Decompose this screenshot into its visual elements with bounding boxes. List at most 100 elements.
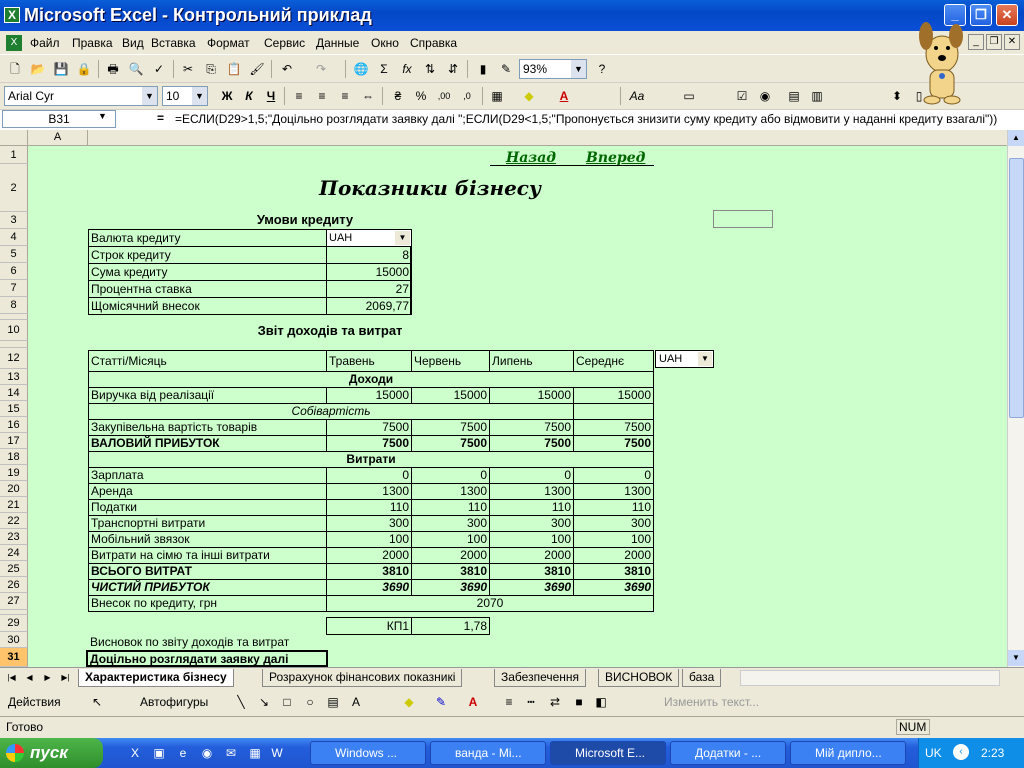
redo-icon[interactable]: ↷ (312, 60, 330, 78)
font-color-draw-icon[interactable]: A (464, 693, 482, 711)
row-header[interactable]: 17 (0, 433, 28, 449)
tray-arrow-icon[interactable]: ‹ (953, 744, 969, 760)
row-header[interactable]: 24 (0, 545, 28, 561)
copy-icon[interactable]: ⎘ (202, 60, 220, 78)
row-header[interactable]: 13 (0, 369, 28, 385)
menu-insert[interactable]: Вставка (151, 36, 196, 50)
rectangle-icon[interactable]: □ (278, 693, 296, 711)
row-header[interactable]: 15 (0, 401, 28, 417)
task-diploma[interactable]: Мій дипло... (790, 741, 906, 765)
paste-icon[interactable]: 📋 (225, 60, 243, 78)
row-header[interactable]: 10 (0, 320, 28, 341)
desktop-quicklaunch-icon[interactable]: ▣ (150, 744, 168, 762)
menu-help[interactable]: Справка (410, 36, 457, 50)
sort-desc-icon[interactable]: ⇵ (444, 60, 462, 78)
textbox-draw-icon[interactable]: ▤ (324, 693, 342, 711)
menu-service[interactable]: Сервис (264, 36, 305, 50)
name-box-chevron-icon[interactable]: ▼ (98, 111, 107, 121)
menu-file[interactable]: Файл (30, 36, 60, 50)
wordart-icon[interactable]: A (347, 693, 365, 711)
spreadsheet-grid[interactable]: A 1 2 3 4 5 6 7 8 10 12 13 14 15 16 17 18 19 20 21 22 23 24 25… (0, 130, 1007, 667)
textbox-icon[interactable]: ▭ (680, 87, 698, 105)
line-icon[interactable]: ╲ (232, 693, 250, 711)
merge-center-icon[interactable]: ⇔ (359, 87, 377, 105)
row-header[interactable] (0, 341, 28, 348)
sort-asc-icon[interactable]: ⇅ (421, 60, 439, 78)
tab-characteristics[interactable]: Характеристика бізнесу (78, 669, 234, 687)
underline-button[interactable]: Ч (262, 87, 280, 105)
row-header[interactable]: 18 (0, 449, 28, 465)
fill-color-draw-icon[interactable]: ◆ (400, 693, 418, 711)
spinner-icon[interactable]: ⬍ (888, 87, 906, 105)
increase-decimal-icon[interactable]: ,00 (435, 87, 453, 105)
font-color-icon[interactable]: A (555, 87, 573, 105)
horizontal-scrollbar[interactable] (740, 670, 1000, 686)
close-button[interactable]: ✕ (996, 4, 1018, 26)
zoom-select[interactable]: 93% ▼ (519, 59, 587, 79)
undo-icon[interactable]: ↶ (278, 60, 296, 78)
next-sheet-icon[interactable]: ▶ (40, 670, 55, 685)
row-header[interactable]: 6 (0, 263, 28, 280)
font-select[interactable]: Arial Cyr ▼ (4, 86, 158, 106)
fill-color-icon[interactable]: ◆ (520, 87, 538, 105)
option-button-icon[interactable]: ◉ (756, 87, 774, 105)
forward-link[interactable]: Вперед (586, 150, 645, 166)
borders-icon[interactable]: ▦ (488, 87, 506, 105)
menu-format[interactable]: Формат (207, 36, 250, 50)
line-style-icon[interactable]: ≡ (500, 693, 518, 711)
row-header[interactable]: 26 (0, 577, 28, 593)
align-right-icon[interactable]: ≡ (336, 87, 354, 105)
shadow-icon[interactable]: ■ (570, 693, 588, 711)
workbook-icon[interactable]: X (6, 35, 22, 51)
vertical-scrollbar[interactable]: ▲ ▼ (1007, 130, 1024, 667)
formula-input[interactable]: =ЕСЛИ(D29>1,5;"Доцільно розглядати заявк… (175, 111, 1015, 128)
currency-icon[interactable]: ₴ (389, 87, 407, 105)
row-header[interactable]: 19 (0, 465, 28, 481)
print-icon[interactable]: 🖶 (104, 60, 122, 78)
arrow-icon[interactable]: ↘ (255, 693, 273, 711)
function-icon[interactable]: fx (398, 60, 416, 78)
row-header[interactable]: 14 (0, 385, 28, 401)
row-header[interactable]: 21 (0, 497, 28, 513)
list-box-icon[interactable]: ▤ (785, 87, 803, 105)
row-header[interactable]: 25 (0, 561, 28, 577)
row-header[interactable]: 12 (0, 348, 28, 369)
permission-icon[interactable]: 🔒 (75, 60, 93, 78)
arrow-style-icon[interactable]: ⇄ (546, 693, 564, 711)
task-dodatky[interactable]: Додатки - ... (670, 741, 786, 765)
column-header-a[interactable]: A (28, 130, 88, 146)
access-quicklaunch-icon[interactable]: ▦ (246, 744, 264, 762)
percent-icon[interactable]: % (412, 87, 430, 105)
save-icon[interactable]: 💾 (52, 60, 70, 78)
bold-button[interactable]: Ж (218, 87, 236, 105)
align-left-icon[interactable]: ≡ (290, 87, 308, 105)
outlook-quicklaunch-icon[interactable]: ✉ (222, 744, 240, 762)
row-header[interactable]: 23 (0, 529, 28, 545)
row-header[interactable]: 5 (0, 246, 28, 263)
tab-conclusion[interactable]: ВИСНОВОК (598, 669, 680, 687)
align-center-icon[interactable]: ≡ (313, 87, 331, 105)
open-icon[interactable]: 📂 (29, 60, 47, 78)
row-header[interactable]: 29 (0, 615, 28, 632)
italic-button[interactable]: К (240, 87, 258, 105)
print-preview-icon[interactable]: 🔍 (127, 60, 145, 78)
row-header[interactable]: 2 (0, 164, 28, 212)
help-icon[interactable]: ? (593, 60, 611, 78)
conclusion-cell[interactable]: Доцільно розглядати заявку далі (86, 650, 328, 667)
back-link[interactable]: Назад (506, 150, 556, 166)
last-sheet-icon[interactable]: ▶| (58, 670, 73, 685)
doc-restore-button[interactable]: ❐ (986, 34, 1002, 50)
menu-view[interactable]: Вид (122, 36, 144, 50)
task-excel[interactable]: Microsoft E... (550, 741, 666, 765)
restore-button[interactable]: ❐ (970, 4, 992, 26)
office-assistant-dog-icon[interactable] (912, 14, 970, 106)
combo-box-icon[interactable]: ▥ (808, 87, 826, 105)
row-header[interactable]: 3 (0, 212, 28, 229)
row-header[interactable]: 20 (0, 481, 28, 497)
prev-sheet-icon[interactable]: ◀ (22, 670, 37, 685)
start-button[interactable]: пуск (0, 738, 103, 768)
row-header[interactable]: 27 (0, 593, 28, 610)
menu-data[interactable]: Данные (316, 36, 359, 50)
checkbox-control-icon[interactable]: ☑ (733, 87, 751, 105)
scroll-thumb[interactable] (1009, 158, 1024, 418)
